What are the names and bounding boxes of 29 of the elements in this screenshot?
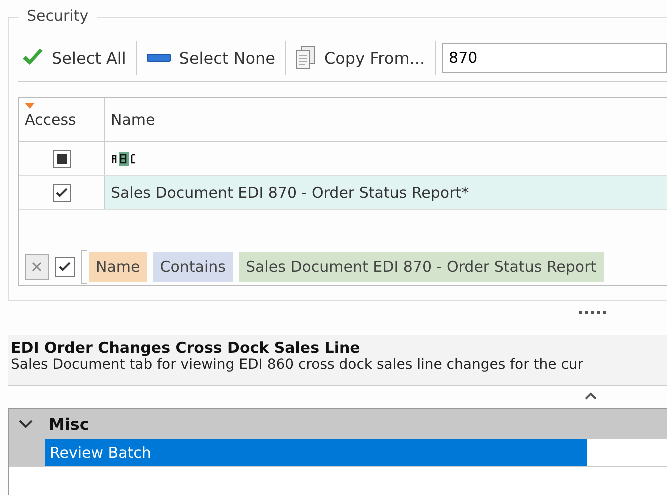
filter-token[interactable]: Contains bbox=[153, 252, 233, 282]
filter-checkbox[interactable] bbox=[55, 257, 75, 277]
triangle-icon bbox=[25, 103, 35, 109]
group-title: Security bbox=[19, 7, 97, 25]
filter-token[interactable]: Name bbox=[89, 252, 148, 282]
toolbar-button[interactable]: Select All bbox=[18, 44, 130, 72]
column-header[interactable]: Access bbox=[19, 98, 105, 141]
column-header[interactable]: Name bbox=[105, 98, 667, 141]
documents-icon bbox=[296, 46, 316, 70]
toolbar-button[interactable]: Copy From... bbox=[292, 42, 430, 74]
clear-filter-button[interactable] bbox=[25, 254, 49, 280]
property-item[interactable]: Review Batch bbox=[45, 439, 587, 466]
checkmark-icon bbox=[59, 262, 71, 272]
checkmark-icon bbox=[22, 49, 44, 67]
chevron-icon[interactable] bbox=[19, 419, 33, 429]
search-field[interactable]: 870 bbox=[442, 43, 667, 73]
close-icon bbox=[31, 261, 43, 273]
checkmark-icon bbox=[56, 188, 68, 198]
toolbar-button[interactable]: Select None bbox=[143, 44, 280, 72]
checkbox[interactable] bbox=[52, 150, 70, 168]
checkbox[interactable] bbox=[52, 184, 70, 202]
description-title: EDI Order Changes Cross Dock Sales Line bbox=[11, 339, 362, 357]
filter-token[interactable]: Sales Document EDI 870 - Order Status Report bbox=[239, 252, 604, 282]
category-label: Misc bbox=[49, 414, 90, 434]
description-text: Sales Document tab for viewing EDI 860 cross dock sales line changes for the cur bbox=[11, 357, 585, 373]
text-filter-icon bbox=[111, 152, 137, 166]
minus-icon bbox=[147, 54, 172, 62]
table-cell: Sales Document EDI 870 - Order Status Report* bbox=[111, 184, 470, 202]
chevron-up-icon[interactable] bbox=[585, 392, 597, 400]
